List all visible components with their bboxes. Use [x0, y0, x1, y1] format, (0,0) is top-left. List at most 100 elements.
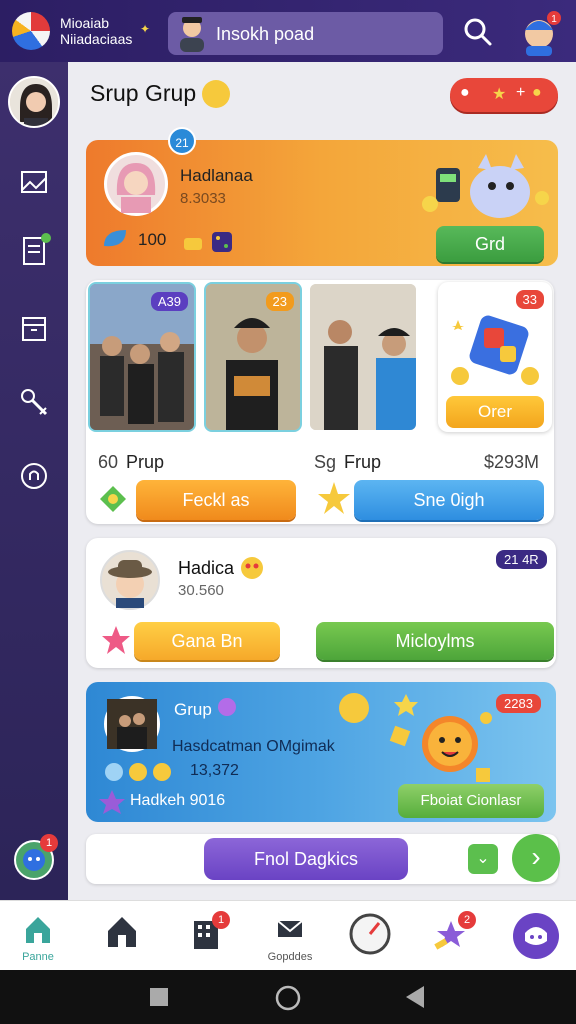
tab-timer[interactable]	[342, 911, 398, 967]
notification-badge: 1	[40, 834, 58, 852]
tab-buildings[interactable]: 1	[178, 911, 234, 967]
house-icon	[108, 917, 136, 947]
green-action-button[interactable]: Micloylms	[316, 622, 554, 660]
promo-cta-button[interactable]: Fboiat Cionlasr	[398, 784, 544, 818]
featured-name: Hadlanaa	[180, 166, 253, 185]
profile-avatar-icon[interactable]: 1	[516, 8, 562, 56]
left-count: 60	[98, 452, 119, 472]
search-avatar-icon	[180, 17, 204, 52]
back-icon[interactable]	[402, 984, 428, 1010]
friends-photo	[310, 284, 416, 430]
purple-dot-icon	[218, 698, 236, 716]
primary-action-button[interactable]: Fnol Dagkics	[204, 838, 408, 880]
profile-avatar	[100, 550, 160, 610]
chat-bubble-icon	[513, 913, 559, 959]
power-icon[interactable]	[16, 458, 52, 494]
tab-home-active[interactable]: Panne	[10, 911, 66, 967]
chatbot-button[interactable]: 1	[14, 834, 58, 880]
tools-icon[interactable]	[16, 384, 52, 420]
document-icon[interactable]	[16, 232, 52, 268]
search-icon[interactable]	[462, 16, 494, 48]
offer-tag: 33	[515, 290, 544, 309]
promo-stat: 13,372	[190, 762, 239, 779]
reaction-icons	[105, 763, 171, 781]
user-portrait-icon	[10, 78, 58, 126]
group-card: A39 23 33 Orer 60 Prup Sg Frup $293M Fec…	[86, 280, 554, 524]
promo-line: Hasdcatman OMgimak	[172, 738, 335, 755]
tab-rewards[interactable]: 2	[424, 911, 480, 967]
group-photo-2[interactable]: 23	[204, 282, 302, 432]
star-icon: ★	[492, 86, 507, 103]
mid-prefix: Sg	[314, 452, 337, 472]
hat-avatar-icon	[108, 560, 152, 608]
archive-icon[interactable]	[16, 310, 52, 346]
featured-stat: 100	[138, 230, 167, 249]
star-pink-icon	[102, 626, 130, 654]
featured-avatar	[104, 152, 168, 216]
mascot-illustration	[422, 154, 549, 218]
offer-tile[interactable]: 33 Orer	[438, 282, 552, 432]
star-icon	[318, 482, 350, 514]
mail-icon	[277, 920, 303, 937]
group-photo-1[interactable]: A39	[88, 282, 196, 432]
tab-messages[interactable]: Gopddes	[262, 911, 318, 967]
profile-badge: 21 4R	[496, 550, 547, 569]
photo-2-tag: 23	[265, 292, 294, 311]
profile-subtitle: 30.560	[178, 582, 224, 599]
promo-footer: Hadkeh 9016	[130, 792, 226, 809]
chevron-down-icon[interactable]: ⌄	[468, 844, 498, 874]
next-arrow-button[interactable]: ›	[512, 834, 560, 882]
yellow-action-button[interactable]: Gana Bn	[134, 622, 280, 660]
promo-card[interactable]: Grup Hasdcatman OMgimak 13,372 Hadkeh 90…	[86, 682, 556, 822]
section-title: Srup Grup	[90, 80, 197, 106]
tab-badge: 1	[212, 911, 230, 929]
top-bar: Mioaiab Niiadaciaas ✦ Insokh poad 1	[0, 0, 576, 62]
profile-name: Hadica	[178, 558, 235, 578]
recents-icon[interactable]	[148, 986, 170, 1008]
tab-label: Gopddes	[267, 951, 313, 963]
promo-avatar	[104, 696, 160, 752]
sidebar-avatar[interactable]	[8, 76, 60, 128]
trophy-dice-icon	[184, 232, 232, 252]
tab-label: Panne	[22, 951, 54, 963]
image-icon[interactable]	[16, 164, 52, 200]
bottom-tab-bar: Panne 1 Gopddes 2	[0, 900, 576, 970]
search-bar[interactable]: Insokh poad	[168, 12, 443, 55]
coin-icon: ●	[532, 84, 542, 101]
sparkle-icon: ✦	[140, 22, 151, 36]
profile-card[interactable]: Hadica 30.560 21 4R Gana Bn Micloylms	[86, 538, 556, 668]
left-label: Prup	[126, 452, 165, 472]
smile-emoji-icon	[202, 80, 230, 108]
group-thumbnail-icon	[107, 699, 157, 749]
system-nav-bar	[0, 970, 576, 1024]
group-photo-3[interactable]	[308, 282, 418, 432]
tab-badge: 2	[458, 911, 476, 929]
tab-chat[interactable]	[508, 911, 564, 967]
featured-card[interactable]: Hadlanaa 8.3033 100 Grd	[86, 140, 558, 266]
offer-button[interactable]: Orer	[446, 396, 544, 428]
featured-badge: 21	[168, 127, 196, 155]
face-icon: ●	[460, 84, 470, 101]
featured-cta-button[interactable]: Grd	[436, 226, 544, 262]
mid-label: Frup	[344, 452, 382, 472]
blue-action-button[interactable]: Sne 0igh	[354, 480, 544, 520]
orange-action-button[interactable]: Feckl as	[136, 480, 296, 520]
leaf-icon	[104, 230, 126, 247]
tab-home[interactable]	[94, 911, 150, 967]
search-input[interactable]: Insokh poad	[216, 24, 314, 45]
action-row: Fnol Dagkics ⌄ ›	[86, 834, 560, 884]
rewards-pill[interactable]: ● ★ + ●	[450, 78, 558, 112]
home-nav-icon[interactable]	[274, 984, 302, 1012]
featured-subtitle: 8.3033	[180, 190, 226, 207]
app-logo[interactable]	[12, 12, 50, 50]
photo-1-tag: A39	[150, 292, 188, 311]
game-box-icon	[451, 315, 539, 385]
app-title: Mioaiab Niiadaciaas	[60, 15, 133, 47]
home-icon	[26, 917, 50, 943]
sun-mascot-illustration	[339, 693, 492, 782]
gauge-icon	[349, 913, 391, 955]
sidebar: 1	[0, 62, 68, 900]
profile-badge: 1	[551, 14, 557, 25]
promo-title: Grup	[174, 700, 212, 719]
heart-eyes-emoji-icon	[241, 557, 263, 579]
